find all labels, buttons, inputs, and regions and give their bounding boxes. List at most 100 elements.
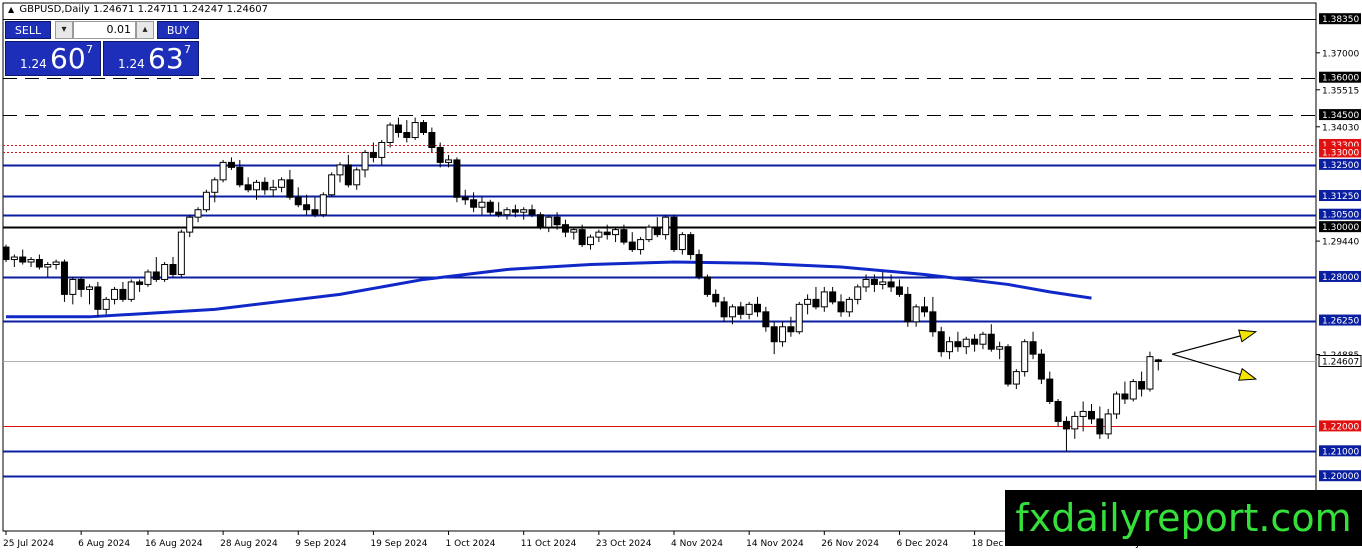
watermark-logo: fxdailyreport.com (1005, 490, 1362, 546)
level-label: 1.28000 (1322, 273, 1359, 283)
candle-body (161, 264, 169, 280)
sell-price-button[interactable]: 1.24 60 7 (5, 41, 101, 76)
candle-body (887, 281, 895, 288)
candle-body (1037, 353, 1045, 380)
candle-body (653, 226, 661, 236)
candle-body (211, 179, 219, 193)
y-tick-label: 1.34030 (1322, 123, 1359, 133)
collapse-triangle-icon[interactable]: ▲ (8, 5, 14, 14)
candle-body (495, 211, 503, 216)
candle-body (177, 231, 185, 275)
x-tick-label: 9 Sep 2024 (295, 539, 347, 549)
candle-body (996, 346, 1004, 350)
candle-body (695, 254, 703, 278)
candle-body (520, 209, 528, 213)
candle-body (720, 301, 728, 318)
buy-price-button[interactable]: 1.24 63 7 (103, 41, 199, 76)
y-tick-label: 1.37000 (1322, 49, 1359, 59)
candle-body (628, 241, 636, 251)
candle-body (119, 288, 127, 300)
candle-body (645, 226, 653, 241)
y-tick-label: 1.29440 (1322, 238, 1359, 248)
candle-body (294, 196, 302, 206)
candle-body (111, 288, 119, 300)
candle-body (303, 204, 311, 211)
candle-body (754, 303, 761, 313)
candle-body (770, 326, 778, 343)
candle-body (478, 201, 486, 208)
x-tick-label: 6 Dec 2024 (896, 539, 948, 549)
candle-body (728, 306, 736, 318)
candle-body (336, 164, 344, 176)
candle-body (528, 209, 536, 216)
x-tick-label: 25 Jul 2024 (3, 539, 54, 549)
candle-body (1096, 418, 1104, 435)
candle-body (470, 199, 478, 208)
candle-body (35, 259, 43, 268)
candle-body (1004, 346, 1012, 385)
candle-body (44, 264, 52, 268)
candle-body (812, 298, 820, 308)
buy-button[interactable]: BUY (157, 21, 199, 39)
candle-body (1138, 381, 1146, 390)
candle-body (904, 293, 912, 323)
candle-body (369, 151, 377, 158)
candle-body (503, 209, 511, 216)
candle-body (570, 229, 578, 233)
candle-body (912, 306, 920, 323)
candle-body (253, 181, 260, 191)
candle-body (870, 278, 878, 285)
candle-body (895, 286, 903, 295)
price-chart: 1.370001.355151.340301.294401.248851.188… (2, 2, 1362, 549)
candle-body (244, 184, 252, 191)
candle-body (1029, 341, 1037, 355)
candle-body (152, 271, 160, 280)
candle-body (854, 286, 862, 300)
candle-body (236, 166, 244, 186)
candle-body (1071, 415, 1079, 430)
candle-body (536, 214, 544, 228)
candle-body (436, 146, 444, 163)
level-label: 1.26250 (1322, 317, 1359, 327)
candle-body (678, 234, 686, 251)
candle-body (987, 333, 995, 350)
x-tick-label: 16 Aug 2024 (145, 539, 203, 549)
candle-body (411, 122, 419, 138)
candle-body (670, 216, 678, 251)
sell-price-main: 60 (50, 42, 86, 75)
candle-body (1146, 356, 1154, 390)
level-label: 1.38350 (1322, 15, 1359, 25)
candle-body (687, 234, 695, 256)
candle-body (361, 151, 369, 171)
candle-body (19, 256, 27, 263)
candle-body (328, 174, 336, 196)
candle-body (77, 278, 85, 290)
symbol-label: GBPUSD,Daily (19, 4, 90, 15)
candle-body (311, 209, 319, 216)
buy-price-prefix: 1.24 (118, 57, 145, 71)
candle-body (737, 306, 745, 315)
candle-body (937, 331, 945, 353)
candle-body (662, 216, 670, 236)
volume-increase-icon[interactable]: ▴ (136, 21, 154, 39)
volume-input[interactable]: 0.01 (73, 21, 136, 39)
candle-body (344, 164, 352, 186)
candle-body (144, 271, 152, 285)
candle-body (762, 311, 770, 328)
x-tick-label: 19 Sep 2024 (370, 539, 427, 549)
candle-body (94, 286, 102, 310)
candle-body (1054, 400, 1062, 422)
volume-decrease-icon[interactable]: ▾ (55, 21, 73, 39)
sell-button[interactable]: SELL (5, 21, 51, 39)
candle-body (403, 132, 411, 138)
x-tick-label: 1 Oct 2024 (446, 539, 496, 549)
candle-body (286, 179, 294, 198)
candle-body (862, 278, 870, 288)
candle-body (127, 281, 135, 300)
candle-body (2, 246, 10, 261)
candle-body (461, 196, 469, 201)
candle-body (102, 298, 110, 310)
candle-body (703, 276, 711, 295)
candle-body (637, 239, 645, 251)
candle-body (561, 224, 569, 233)
